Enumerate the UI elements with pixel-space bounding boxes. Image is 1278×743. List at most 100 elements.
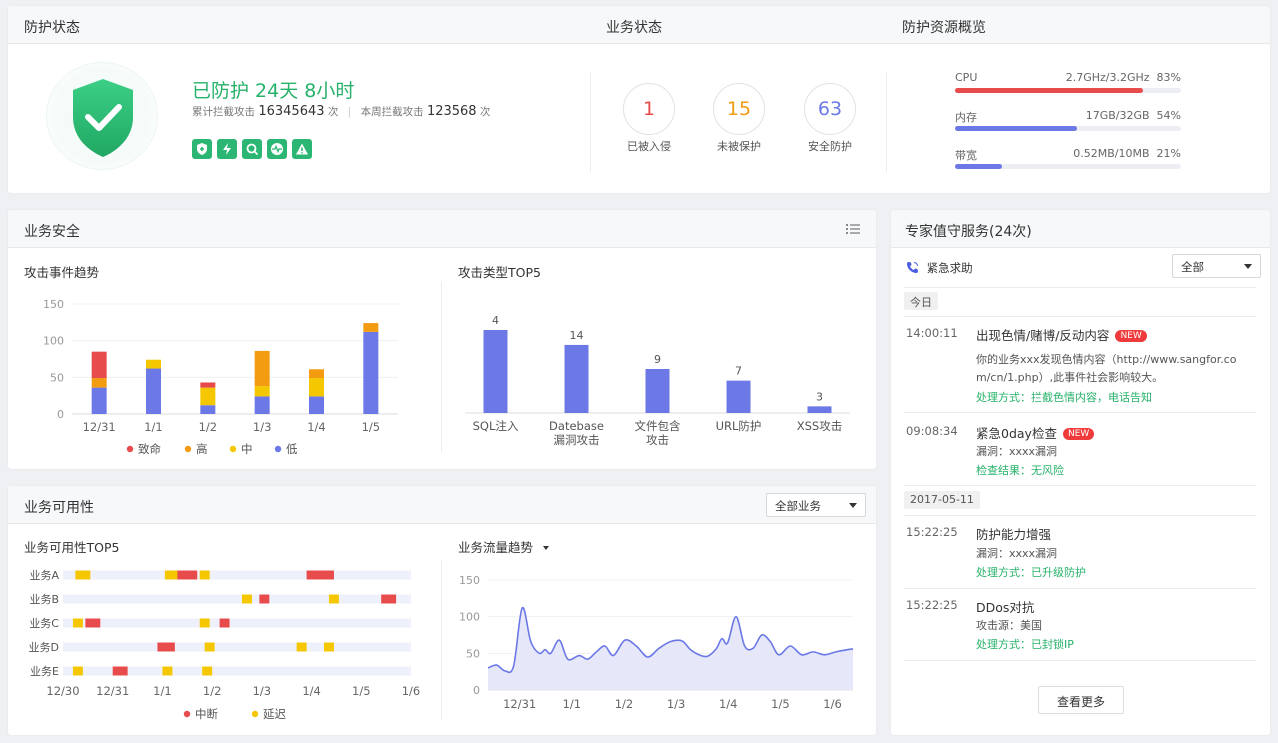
x-tick-label: 12/31 [503,697,536,711]
protect-status-title: 防护状态 [24,20,80,36]
x-tick-label: 12/30 [46,684,79,698]
resource-bar [955,164,1181,169]
timeline-track [63,618,411,628]
timeline-track [63,570,411,580]
divider [904,316,1256,317]
bar-segment-致命 [91,351,107,379]
bar-segment-中 [309,378,324,397]
event-detail: 你的业务xxx发现色情内容（http://www.sangfor.co [976,353,1237,366]
x-tick-label: 1/1 [153,684,172,698]
timeline-event-延迟 [324,642,334,652]
event-detail: 漏洞：xxxx漏洞 [976,445,1058,458]
list-icon[interactable] [846,223,860,235]
timeline-event-中断 [177,570,198,580]
stat-intruded[interactable]: 1 [623,83,675,135]
bar-segment-低 [309,396,324,414]
legend-label: 致命 [138,442,161,456]
protect-duration: 已防护 24天 8小时 [192,80,355,102]
y-tick-label: 50 [50,371,64,384]
event-action: 检查结果：无风险 [976,464,1064,477]
business-security-header: 业务安全 [8,210,876,248]
bar-segment-高 [91,378,107,388]
bar-segment-低 [254,396,270,414]
data-label: 14 [570,329,584,342]
divider [904,515,1256,516]
y-tick-label: 50 [466,647,480,660]
event-time: 14:00:11 [906,326,958,340]
view-more-button[interactable]: 查看更多 [1038,686,1124,714]
x-tick-label: 漏洞攻击 [554,433,600,447]
date-tag-today: 今日 [904,292,938,310]
warning-icon[interactable] [292,139,312,159]
timeline-event-中断 [259,594,270,604]
total-attack-label: 累计拦截攻击 [192,106,255,118]
resource-overview-title: 防护资源概览 [902,20,986,36]
bolt-icon[interactable] [217,139,237,159]
stat-unprotected[interactable]: 15 [713,83,765,135]
resource-label: 带宽 [955,149,977,162]
timeline-event-延迟 [75,570,91,580]
resource-bar [955,88,1181,93]
event-action: 处理方式：拦截色情内容，电话告知 [976,391,1152,404]
x-tick-label: 1/3 [253,420,272,434]
traffic-trend-title[interactable]: 业务流量趋势 [458,537,549,556]
stat-protected[interactable]: 63 [804,83,856,135]
divider [441,560,442,720]
resource-label: 内存 [955,111,977,124]
attack-trend-title: 攻击事件趋势 [24,265,100,280]
event-title: 防护能力增强 [976,527,1052,542]
expert-service-title: 专家值守服务(24次) [905,224,1032,240]
expert-filter-value: 全部 [1181,260,1204,274]
x-tick-label: XSS攻击 [797,419,842,433]
shield-plus-icon[interactable] [192,139,212,159]
expert-service-header: 专家值守服务(24次) [891,210,1270,248]
stat-unprotected-label: 未被保护 [717,140,761,153]
resource-value: 17GB/32GB 54% [1085,109,1181,122]
week-attack-value: 123568 [426,104,477,119]
expert-service-card: 专家值守服务(24次) [891,210,1270,735]
bar-segment-高 [309,369,324,379]
total-attack-value: 16345643 [258,104,325,119]
bar [564,344,589,413]
chevron-down-icon [1244,264,1252,269]
row-label: 业务B [29,593,59,606]
attack-type-title: 攻击类型TOP5 [458,265,541,280]
x-tick-label: Datebase [549,419,604,433]
legend-label: 中 [241,442,253,456]
date-tag-2017-05-11: 2017-05-11 [904,491,980,509]
event-detail: m/cn/1.php）,此事件社会影响较大。 [976,371,1164,384]
legend-label: 延迟 [263,707,286,721]
y-tick-label: 150 [43,298,64,311]
availability-header: 业务可用性 [8,486,876,524]
event-action: 处理方式：已升级防护 [976,566,1086,579]
y-tick-label: 100 [459,611,480,624]
feature-icon-row [192,139,312,159]
expert-filter-select[interactable]: 全部 [1172,254,1261,278]
x-tick-label: 文件包含 [635,419,681,433]
timeline-event-中断 [112,666,128,676]
x-tick-label: 1/3 [253,684,272,698]
bar-segment-中 [200,387,216,406]
business-select[interactable]: 全部业务 [766,493,866,517]
data-label: 3 [816,390,823,403]
y-tick-label: 0 [57,408,64,421]
search-icon[interactable] [242,139,262,159]
timeline-event-延迟 [72,666,83,676]
divider [904,660,1256,661]
week-attack-unit: 次 [479,106,491,118]
x-tick-label: 1/2 [615,697,634,711]
business-status-title: 业务状态 [606,20,662,36]
phone-icon [907,262,918,273]
emergency-help-link[interactable]: 紧急求助 [906,260,973,276]
heartbeat-icon[interactable] [267,139,287,159]
traffic-trend-chart: 0 50 100 150 12/31 1/1 1/2 1/3 1/4 1/5 1/6 [459,574,854,711]
timeline-event-中断 [157,642,175,652]
resource-bar-fill [955,126,1078,131]
legend-label: 低 [286,442,298,456]
divider [886,72,887,172]
bar [726,380,751,413]
legend-marker [184,445,192,453]
stat-protected-label: 安全防护 [808,140,852,153]
data-label: 9 [654,353,661,366]
new-badge: NEW [1115,330,1147,342]
